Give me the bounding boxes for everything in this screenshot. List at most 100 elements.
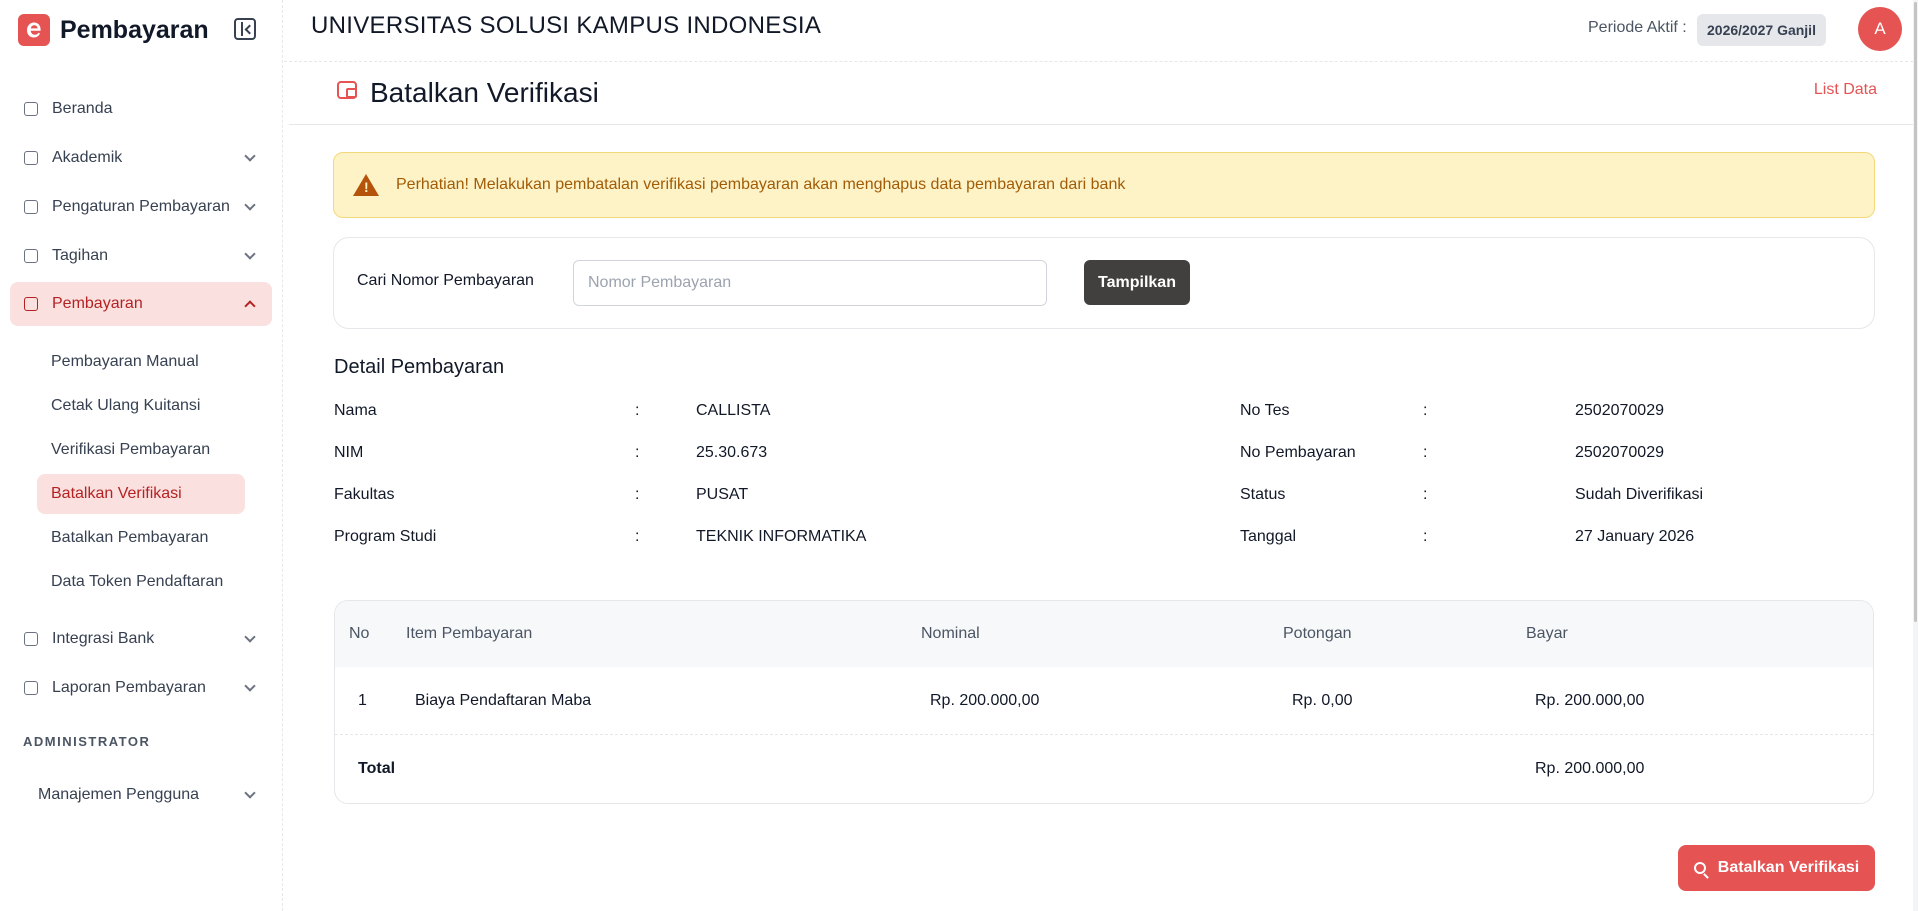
- search-zoom-icon: [1693, 862, 1706, 874]
- tampilkan-button[interactable]: Tampilkan: [1084, 260, 1190, 305]
- list-data-link[interactable]: List Data: [1814, 81, 1877, 99]
- page-title: Batalkan Verifikasi: [370, 77, 599, 108]
- chevron-down-icon: [244, 199, 256, 211]
- cell-item: Biaya Pendaftaran Maba: [415, 692, 592, 709]
- sidebar-subitem-batalkan-verifikasi[interactable]: Batalkan Verifikasi: [37, 474, 245, 514]
- report-icon: [24, 681, 38, 695]
- sidebar-item-pembayaran[interactable]: Pembayaran: [10, 282, 272, 326]
- e-logo-icon: [27, 22, 41, 38]
- detail-separator: :: [635, 528, 640, 545]
- chevron-down-icon: [244, 150, 256, 162]
- detail-label-nama: Nama: [334, 402, 377, 419]
- detail-value-no-pembayaran: 2502070029: [1575, 444, 1664, 461]
- chevron-down-icon: [244, 680, 256, 692]
- brand-logo: [18, 14, 50, 46]
- detail-separator: :: [635, 402, 640, 419]
- table-header: No Item Pembayaran Nominal Potongan Baya…: [335, 601, 1873, 667]
- university-name: UNIVERSITAS SOLUSI KAMPUS INDONESIA: [311, 12, 822, 39]
- payment-items-table: No Item Pembayaran Nominal Potongan Baya…: [334, 600, 1874, 804]
- avatar[interactable]: A: [1858, 7, 1902, 51]
- detail-value-status: Sudah Diverifikasi: [1575, 486, 1704, 503]
- sidebar-item-label: Tagihan: [52, 247, 109, 264]
- batalkan-verifikasi-button[interactable]: Batalkan Verifikasi: [1678, 845, 1875, 891]
- sidebar-item-pengaturan-pembayaran[interactable]: Pengaturan Pembayaran: [10, 185, 272, 229]
- scrollbar-thumb[interactable]: [1914, 2, 1917, 622]
- detail-label-nim: NIM: [334, 444, 364, 461]
- sidebar-item-laporan-pembayaran[interactable]: Laporan Pembayaran: [10, 666, 272, 710]
- brand[interactable]: Pembayaran: [18, 14, 209, 46]
- sidebar-subitem-verifikasi-pembayaran[interactable]: Verifikasi Pembayaran: [37, 430, 245, 470]
- detail-separator: :: [635, 444, 640, 461]
- sidebar-subitem-data-token-pendaftaran[interactable]: Data Token Pendaftaran: [37, 562, 245, 602]
- detail-value-fakultas: PUSAT: [696, 486, 749, 503]
- cancel-button-label: Batalkan Verifikasi: [1717, 859, 1860, 876]
- alert-text: Perhatian! Melakukan pembatalan verifika…: [396, 176, 1126, 193]
- detail-label-fakultas: Fakultas: [334, 486, 395, 503]
- cell-no: 1: [358, 692, 367, 709]
- periode-label: Periode Aktif :: [1588, 19, 1687, 36]
- sidebar-item-manajemen-pengguna[interactable]: Manajemen Pengguna: [10, 773, 272, 817]
- cell-nominal: Rp. 200.000,00: [930, 692, 1040, 709]
- sidebar-item-label: Manajemen Pengguna: [38, 786, 200, 803]
- detail-value-program-studi: TEKNIK INFORMATIKA: [696, 528, 867, 545]
- detail-separator: :: [1423, 486, 1428, 503]
- detail-label-tanggal: Tanggal: [1240, 528, 1297, 545]
- sidebar-item-beranda[interactable]: Beranda: [10, 87, 272, 131]
- page-header: Batalkan Verifikasi List Data: [289, 63, 1913, 125]
- sidebar-item-label: Laporan Pembayaran: [52, 679, 206, 696]
- cell-potongan: Rp. 0,00: [1292, 692, 1353, 709]
- detail-title: Detail Pembayaran: [334, 356, 505, 378]
- sidebar-item-tagihan[interactable]: Tagihan: [10, 234, 272, 278]
- detail-label-program-studi: Program Studi: [334, 528, 437, 545]
- sidebar-collapse-icon[interactable]: [234, 18, 256, 40]
- detail-label-no-pembayaran: No Pembayaran: [1240, 444, 1356, 461]
- table-total-row: Total Rp. 200.000,00: [335, 735, 1873, 803]
- sidebar-item-integrasi-bank[interactable]: Integrasi Bank: [10, 617, 272, 661]
- detail-separator: :: [1423, 402, 1428, 419]
- column-header: Potongan: [1283, 625, 1352, 642]
- chevron-up-icon: [244, 300, 256, 312]
- sidebar-subitem-pembayaran-manual[interactable]: Pembayaran Manual: [37, 342, 245, 382]
- sidebar-item-akademik[interactable]: Akademik: [10, 136, 272, 180]
- sidebar: Pembayaran Beranda Akademik Pengaturan P…: [0, 0, 283, 911]
- detail-separator: :: [635, 486, 640, 503]
- settings-coin-icon: [24, 200, 38, 214]
- warning-alert: ! Perhatian! Melakukan pembatalan verifi…: [333, 152, 1875, 218]
- detail-value-tanggal: 27 January 2026: [1575, 528, 1695, 545]
- bank-icon: [24, 632, 38, 646]
- detail-separator: :: [1423, 444, 1428, 461]
- sidebar-item-label: Pembayaran: [52, 295, 143, 312]
- sidebar-item-label: Integrasi Bank: [52, 630, 155, 647]
- payment-number-input[interactable]: [573, 260, 1047, 306]
- sidebar-item-label: Pengaturan Pembayaran: [52, 198, 230, 215]
- sidebar-subitem-cetak-ulang-kuitansi[interactable]: Cetak Ulang Kuitansi: [37, 386, 245, 426]
- detail-label-no-tes: No Tes: [1240, 402, 1290, 419]
- table-row: 1 Biaya Pendaftaran Maba Rp. 200.000,00 …: [335, 667, 1873, 735]
- wallet-icon: [337, 81, 357, 99]
- column-header: Item Pembayaran: [406, 625, 533, 642]
- warning-icon: !: [353, 174, 379, 196]
- column-header: Bayar: [1526, 625, 1568, 642]
- column-header: No: [349, 625, 370, 642]
- topbar: UNIVERSITAS SOLUSI KAMPUS INDONESIA Peri…: [284, 0, 1918, 62]
- detail-value-nim: 25.30.673: [696, 444, 768, 461]
- sidebar-item-label: Akademik: [52, 149, 123, 166]
- periode-badge: 2026/2027 Ganjil: [1697, 14, 1826, 46]
- clipboard-icon: [24, 249, 38, 263]
- section-title-administrator: ADMINISTRATOR: [23, 734, 151, 749]
- column-header: Nominal: [921, 625, 980, 642]
- detail-value-nama: CALLISTA: [696, 402, 771, 419]
- brand-name: Pembayaran: [60, 15, 209, 44]
- sidebar-item-label: Beranda: [52, 100, 113, 117]
- sidebar-subitem-batalkan-pembayaran[interactable]: Batalkan Pembayaran: [37, 518, 245, 558]
- search-card: Cari Nomor Pembayaran Tampilkan: [333, 237, 1875, 329]
- detail-separator: :: [1423, 528, 1428, 545]
- total-label: Total: [358, 760, 396, 777]
- search-label: Cari Nomor Pembayaran: [357, 272, 534, 289]
- detail-label-status: Status: [1240, 486, 1286, 503]
- chevron-down-icon: [244, 787, 256, 799]
- wallet-icon: [24, 297, 38, 311]
- cell-bayar: Rp. 200.000,00: [1535, 692, 1645, 709]
- graduation-cap-icon: [24, 151, 38, 165]
- home-icon: [24, 102, 38, 116]
